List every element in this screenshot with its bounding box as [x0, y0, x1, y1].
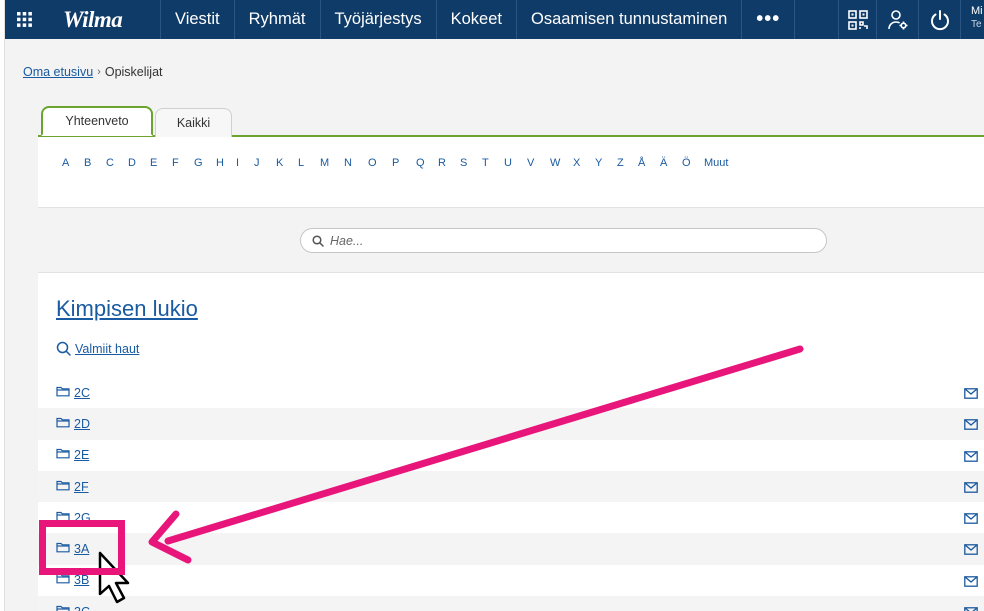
- letter-filter-link[interactable]: Q: [416, 157, 438, 169]
- mail-icon[interactable]: [964, 511, 978, 529]
- group-link[interactable]: 3B: [74, 573, 89, 587]
- window-edge: [0, 0, 5, 611]
- letter-filter-link[interactable]: P: [392, 157, 416, 169]
- user-menu[interactable]: Mi Te: [960, 0, 984, 39]
- breadcrumb-current: Opiskelijat: [104, 65, 163, 79]
- letter-filter-link[interactable]: Ä: [660, 157, 682, 169]
- tab-panel: Yhteenveto Kaikki ABCDEFGHIJKLMNOPQRSTUV…: [38, 106, 984, 208]
- group-row: 2F: [38, 470, 984, 503]
- saved-searches-link[interactable]: Valmiit haut: [75, 342, 139, 356]
- letter-filter-link[interactable]: T: [482, 157, 504, 169]
- letter-filter-link[interactable]: M: [320, 157, 344, 169]
- search-icon: [56, 341, 71, 356]
- folder-icon: [56, 446, 70, 464]
- letter-filter-link[interactable]: G: [194, 157, 216, 169]
- logo-text: Wilma: [63, 6, 123, 32]
- nav-schedule[interactable]: Työjärjestys: [321, 0, 437, 39]
- qr-code-icon[interactable]: [838, 0, 876, 39]
- annotation-highlight-box: [39, 520, 125, 575]
- group-row: 3A: [38, 533, 984, 565]
- content-panel: Kimpisen lukio Valmiit haut 2C 2D 2E 2F 2G 3A…: [38, 272, 984, 611]
- saved-searches[interactable]: Valmiit haut: [56, 341, 139, 356]
- letter-filter-link[interactable]: Ö: [682, 157, 704, 169]
- search-input[interactable]: [330, 233, 810, 248]
- letter-filter-link[interactable]: V: [527, 157, 550, 169]
- letter-filter-link[interactable]: R: [438, 157, 460, 169]
- letter-filter-link[interactable]: S: [460, 157, 482, 169]
- group-row: 2E: [38, 440, 984, 471]
- group-row: 2G: [38, 502, 984, 533]
- letter-filter-link[interactable]: D: [128, 157, 150, 169]
- group-list: 2C 2D 2E 2F 2G3A 3B 3C: [38, 377, 984, 611]
- nav-groups[interactable]: Ryhmät: [235, 0, 321, 39]
- alphabet-filter: A B C D E F G H I J K L M N O P Q R S T U V W X Y Z Å Ä Ö Muut: [62, 157, 734, 169]
- nav-exams[interactable]: Kokeet: [437, 0, 517, 39]
- search-icon: [312, 234, 324, 247]
- mail-icon[interactable]: [964, 386, 978, 404]
- letter-filter-link[interactable]: H: [216, 157, 236, 169]
- nav-messages[interactable]: Viestit: [161, 0, 235, 39]
- tab-bar: Yhteenveto Kaikki: [38, 106, 984, 137]
- letter-filter-link[interactable]: C: [106, 157, 128, 169]
- letter-filter-link[interactable]: Y: [595, 157, 617, 169]
- letter-filter-link[interactable]: A: [62, 157, 84, 169]
- letter-filter-link[interactable]: K: [276, 157, 298, 169]
- letter-filter-link[interactable]: Å: [638, 157, 660, 169]
- letter-filter-link[interactable]: E: [150, 157, 172, 169]
- mail-icon[interactable]: [964, 417, 978, 435]
- breadcrumb-separator: ›: [97, 66, 101, 78]
- tab-summary[interactable]: Yhteenveto: [41, 106, 153, 136]
- letter-filter-link[interactable]: Muut: [704, 157, 734, 169]
- group-link[interactable]: 2F: [74, 480, 89, 494]
- letter-filter-link[interactable]: J: [254, 157, 276, 169]
- tab-content: A B C D E F G H I J K L M N O P Q R S T U V W X Y Z Å Ä Ö Muut: [38, 137, 984, 208]
- folder-icon: [56, 415, 70, 433]
- letter-filter-link[interactable]: W: [550, 157, 573, 169]
- group-row: 2D: [38, 408, 984, 440]
- letter-filter-link[interactable]: U: [504, 157, 527, 169]
- logout-power-icon[interactable]: [918, 0, 960, 39]
- wilma-logo[interactable]: Wilma: [43, 0, 161, 39]
- letter-filter-link[interactable]: B: [84, 157, 106, 169]
- breadcrumb-home-link[interactable]: Oma etusivu: [23, 65, 93, 79]
- group-link[interactable]: 2C: [74, 386, 90, 400]
- folder-icon: [56, 384, 70, 402]
- group-link[interactable]: 2E: [74, 448, 89, 462]
- group-link[interactable]: 3C: [74, 605, 90, 611]
- user-settings-icon[interactable]: [876, 0, 918, 39]
- mail-icon[interactable]: [964, 605, 978, 611]
- letter-filter-link[interactable]: X: [573, 157, 595, 169]
- group-link[interactable]: 2D: [74, 417, 90, 431]
- nav-recognition[interactable]: Osaamisen tunnustaminen: [517, 0, 743, 39]
- letter-filter-link[interactable]: I: [236, 157, 254, 169]
- letter-filter-link[interactable]: F: [172, 157, 194, 169]
- mail-icon[interactable]: [964, 480, 978, 498]
- search-box[interactable]: [300, 228, 827, 253]
- user-role: Te: [971, 19, 982, 30]
- group-row: 2C: [38, 377, 984, 408]
- breadcrumb: Oma etusivu › Opiskelijat: [23, 65, 163, 79]
- letter-filter-link[interactable]: N: [344, 157, 368, 169]
- letter-filter-link[interactable]: Z: [617, 157, 638, 169]
- letter-filter-link[interactable]: O: [368, 157, 392, 169]
- mail-icon[interactable]: [964, 542, 978, 560]
- apps-grid-icon[interactable]: [5, 0, 43, 39]
- more-menu-icon[interactable]: •••: [742, 0, 796, 39]
- mail-icon[interactable]: [964, 574, 978, 592]
- group-row: 3B: [38, 565, 984, 596]
- folder-icon: [56, 478, 70, 496]
- top-navigation-bar: Wilma Viestit Ryhmät Työjärjestys Kokeet…: [5, 0, 984, 39]
- folder-icon: [56, 603, 70, 611]
- tab-all[interactable]: Kaikki: [155, 108, 232, 137]
- school-title-link[interactable]: Kimpisen lukio: [56, 296, 198, 322]
- letter-filter-link[interactable]: L: [298, 157, 320, 169]
- user-name: Mi: [971, 5, 983, 17]
- mail-icon[interactable]: [964, 449, 978, 467]
- group-row: 3C: [38, 596, 984, 611]
